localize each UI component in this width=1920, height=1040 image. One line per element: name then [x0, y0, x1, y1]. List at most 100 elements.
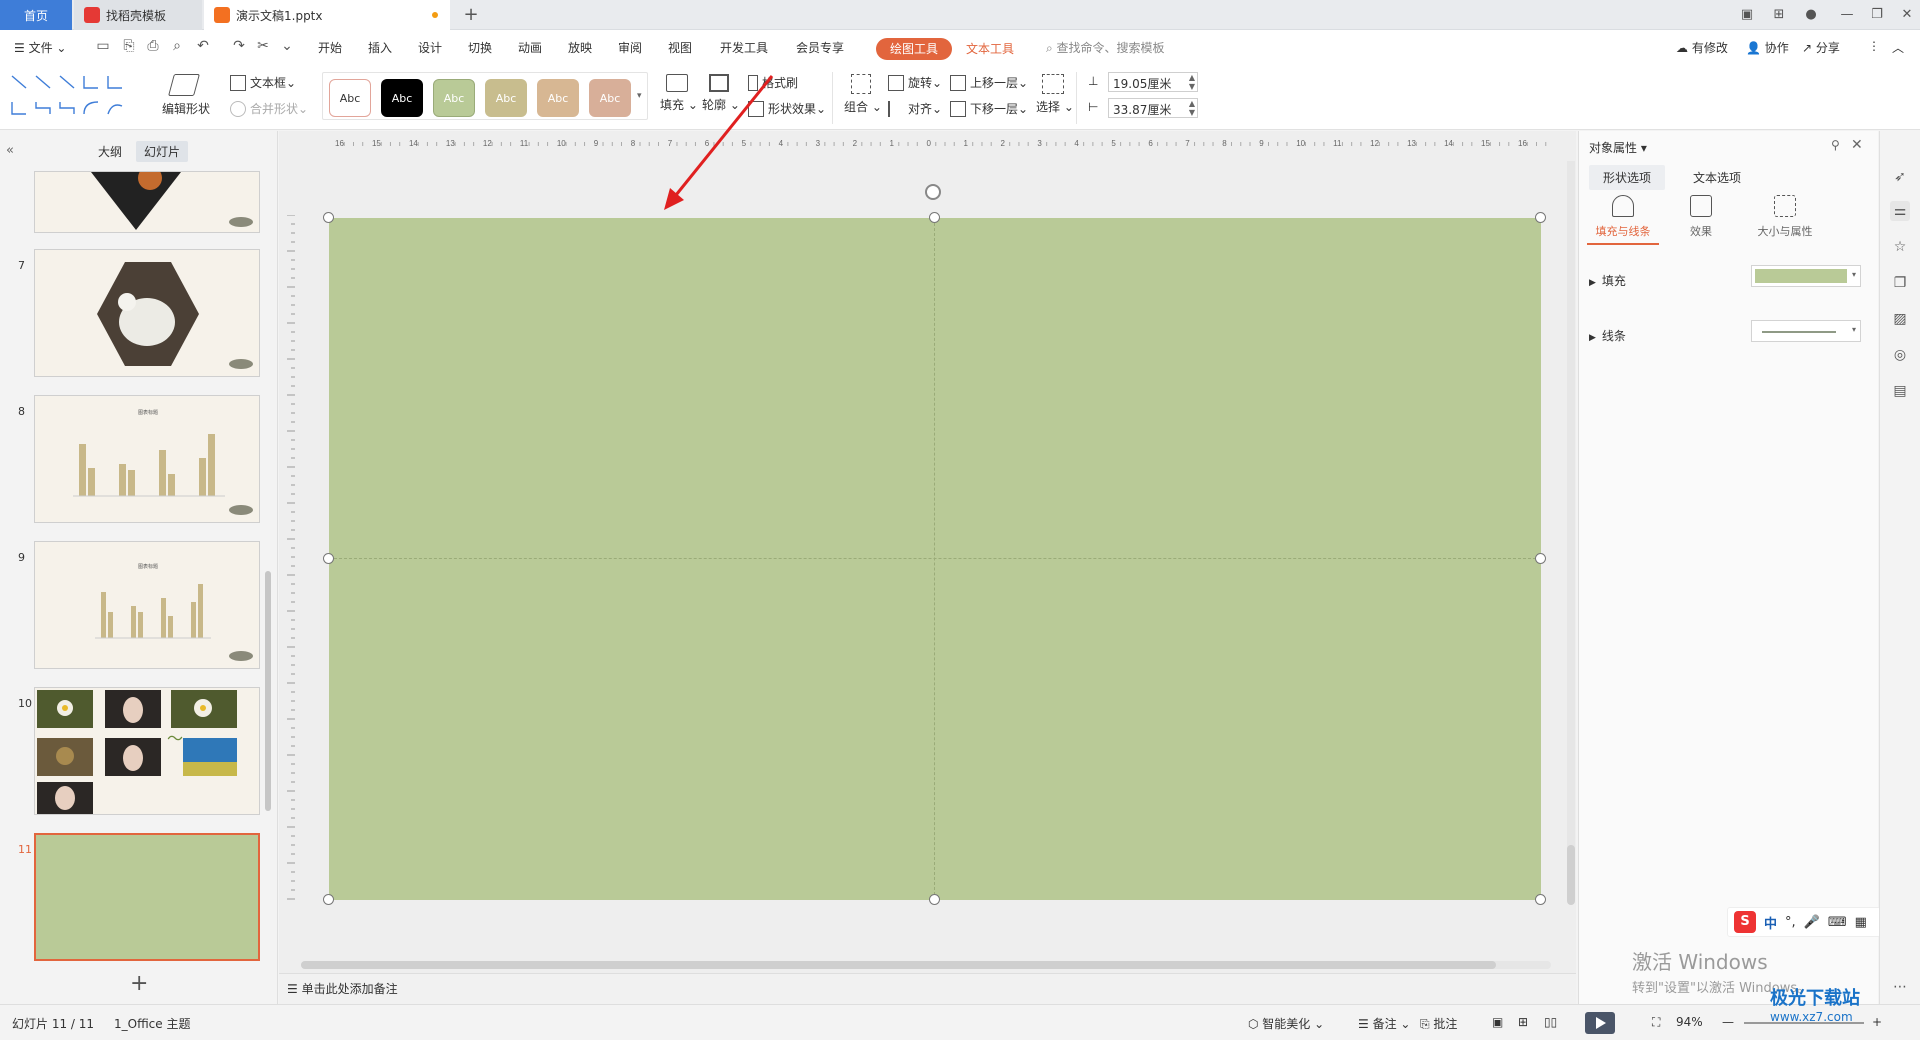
- print-icon[interactable]: ⎙: [144, 38, 162, 56]
- clear-format-icon[interactable]: ✂: [254, 38, 272, 56]
- play-slideshow-button[interactable]: [1585, 1012, 1615, 1034]
- subtab-fill-line[interactable]: 填充与线条: [1587, 195, 1659, 245]
- edit-shape-button[interactable]: 编辑形状: [162, 74, 210, 117]
- style-swatch-3[interactable]: Abc: [433, 79, 475, 117]
- slide-thumb-11[interactable]: [34, 833, 260, 961]
- pane-title[interactable]: 对象属性 ▾: [1589, 139, 1647, 156]
- group-button[interactable]: 组合 ⌄: [844, 74, 882, 115]
- new-tab-button[interactable]: +: [460, 4, 482, 26]
- reading-view-icon[interactable]: ▯▯: [1544, 1015, 1557, 1029]
- tab-shape-options[interactable]: 形状选项: [1589, 165, 1666, 190]
- normal-view-icon[interactable]: ▣: [1492, 1015, 1503, 1029]
- pin-icon[interactable]: ⚲: [1831, 138, 1840, 152]
- more-icon[interactable]: ⌄: [278, 38, 296, 56]
- menu-member[interactable]: 会员专享: [796, 39, 844, 56]
- changes-button[interactable]: ☁ 有修改: [1676, 39, 1728, 56]
- menu-insert[interactable]: 插入: [368, 39, 392, 56]
- merge-shape-button[interactable]: 合并形状 ⌄: [230, 100, 308, 117]
- minimize-button[interactable]: —: [1834, 4, 1860, 26]
- canvas-horizontal-scrollbar[interactable]: [301, 961, 1551, 969]
- file-menu[interactable]: ☰ 文件 ⌄: [14, 39, 66, 56]
- subtab-size-properties[interactable]: 大小与属性: [1739, 195, 1831, 239]
- subtab-effect[interactable]: 效果: [1665, 195, 1737, 239]
- style-swatch-1[interactable]: Abc: [329, 79, 371, 117]
- zoom-out-icon[interactable]: —: [1722, 1015, 1734, 1029]
- menu-animation[interactable]: 动画: [518, 39, 542, 56]
- copy-icon[interactable]: ❐: [1890, 273, 1910, 293]
- zoom-level[interactable]: 94%: [1676, 1015, 1703, 1029]
- send-backward-button[interactable]: 下移一层 ⌄: [950, 100, 1028, 117]
- fit-window-icon[interactable]: ⛶: [1652, 1015, 1660, 1030]
- tab-home[interactable]: 首页: [0, 0, 72, 30]
- style-swatch-6[interactable]: Abc: [589, 79, 631, 117]
- line-shape-gallery[interactable]: [8, 72, 138, 126]
- resize-handle-top-right[interactable]: [1535, 212, 1546, 223]
- redo-icon[interactable]: ↷: [230, 38, 248, 56]
- resize-handle-right[interactable]: [1535, 553, 1546, 564]
- comments-button[interactable]: ⎘ 批注: [1420, 1015, 1457, 1032]
- style-swatch-4[interactable]: Abc: [485, 79, 527, 117]
- pin-star-icon[interactable]: ☆: [1890, 237, 1910, 257]
- restore-button[interactable]: ❐: [1864, 4, 1890, 26]
- vertical-scroll-thumb[interactable]: [1567, 845, 1575, 905]
- horizontal-scroll-thumb[interactable]: [301, 961, 1496, 969]
- height-spinner[interactable]: ▲ ▼: [1189, 73, 1195, 91]
- width-spinner[interactable]: ▲ ▼: [1189, 99, 1195, 117]
- collaborate-button[interactable]: 👤 协作: [1746, 39, 1789, 56]
- menu-start[interactable]: 开始: [318, 39, 342, 56]
- close-pane-icon[interactable]: ✕: [1851, 137, 1863, 153]
- avatar[interactable]: ●: [1798, 4, 1824, 26]
- menu-review[interactable]: 审阅: [618, 39, 642, 56]
- theme-name[interactable]: 1_Office 主题: [114, 1015, 190, 1032]
- style-gallery-more-icon[interactable]: ▾: [637, 91, 642, 101]
- fill-section-toggle[interactable]: ▶ 填充: [1589, 272, 1626, 289]
- menu-design[interactable]: 设计: [418, 39, 442, 56]
- share-button[interactable]: ↗ 分享: [1802, 39, 1840, 56]
- notes-area[interactable]: ☰ 单击此处添加备注: [279, 973, 1576, 1004]
- style-swatch-2[interactable]: Abc: [381, 79, 423, 117]
- tab-slides[interactable]: 幻灯片: [136, 141, 189, 162]
- resize-handle-left[interactable]: [323, 553, 334, 564]
- sorter-view-icon[interactable]: ⊞: [1518, 1015, 1528, 1029]
- tab-drawing-tools[interactable]: 绘图工具: [876, 38, 953, 60]
- book-icon[interactable]: ▤: [1890, 381, 1910, 401]
- zoom-in-icon[interactable]: +: [1872, 1015, 1882, 1029]
- tab-text-tools[interactable]: 文本工具: [958, 38, 1022, 60]
- ime-toolbar[interactable]: S 中 °, 🎤 ⌨ ▦: [1727, 907, 1881, 937]
- layout-icon[interactable]: ▣: [1734, 4, 1760, 26]
- add-slide-button[interactable]: +: [130, 971, 148, 996]
- slide-thumb-9[interactable]: 图表标题: [34, 541, 260, 669]
- more-menu-icon[interactable]: ⋮: [1868, 39, 1880, 53]
- textbox-button[interactable]: 文本框 ⌄: [230, 74, 296, 91]
- resize-handle-bottom-left[interactable]: [323, 894, 334, 905]
- slide-thumb-6[interactable]: [34, 171, 260, 233]
- fill-color-dropdown[interactable]: ▾: [1751, 265, 1861, 287]
- close-button[interactable]: ✕: [1894, 4, 1920, 26]
- canvas-vertical-scrollbar[interactable]: [1567, 161, 1575, 905]
- style-swatch-5[interactable]: Abc: [537, 79, 579, 117]
- resize-handle-top[interactable]: [929, 212, 940, 223]
- export-icon[interactable]: ⎘: [120, 38, 138, 56]
- collapse-ribbon-icon[interactable]: ︿: [1892, 39, 1904, 56]
- menu-developer[interactable]: 开发工具: [720, 39, 768, 56]
- save-icon[interactable]: ▭: [94, 38, 112, 56]
- line-section-toggle[interactable]: ▶ 线条: [1589, 327, 1626, 344]
- image-icon[interactable]: ▨: [1890, 309, 1910, 329]
- bring-forward-button[interactable]: 上移一层 ⌄: [950, 74, 1028, 91]
- menu-transition[interactable]: 切换: [468, 39, 492, 56]
- slide-thumb-10[interactable]: 〜: [34, 687, 260, 815]
- slide-thumb-8[interactable]: 图表标题: [34, 395, 260, 523]
- more-tools-icon[interactable]: ⋯: [1890, 977, 1910, 997]
- rotate-handle[interactable]: [925, 184, 941, 200]
- menu-view[interactable]: 视图: [668, 39, 692, 56]
- shape-height-input[interactable]: 19.05厘米 ▲ ▼: [1108, 72, 1198, 92]
- command-search[interactable]: ⌕ 查找命令、搜索模板: [1046, 39, 1165, 56]
- tab-outline[interactable]: 大纲: [90, 141, 130, 162]
- thumbnail-scrollbar[interactable]: [265, 571, 271, 811]
- preview-icon[interactable]: ⌕: [168, 38, 186, 56]
- resize-handle-bottom[interactable]: [929, 894, 940, 905]
- rotate-button[interactable]: 旋转 ⌄: [888, 74, 942, 91]
- tab-text-options[interactable]: 文本选项: [1679, 165, 1755, 190]
- resize-handle-bottom-right[interactable]: [1535, 894, 1546, 905]
- slide-thumb-7[interactable]: [34, 249, 260, 377]
